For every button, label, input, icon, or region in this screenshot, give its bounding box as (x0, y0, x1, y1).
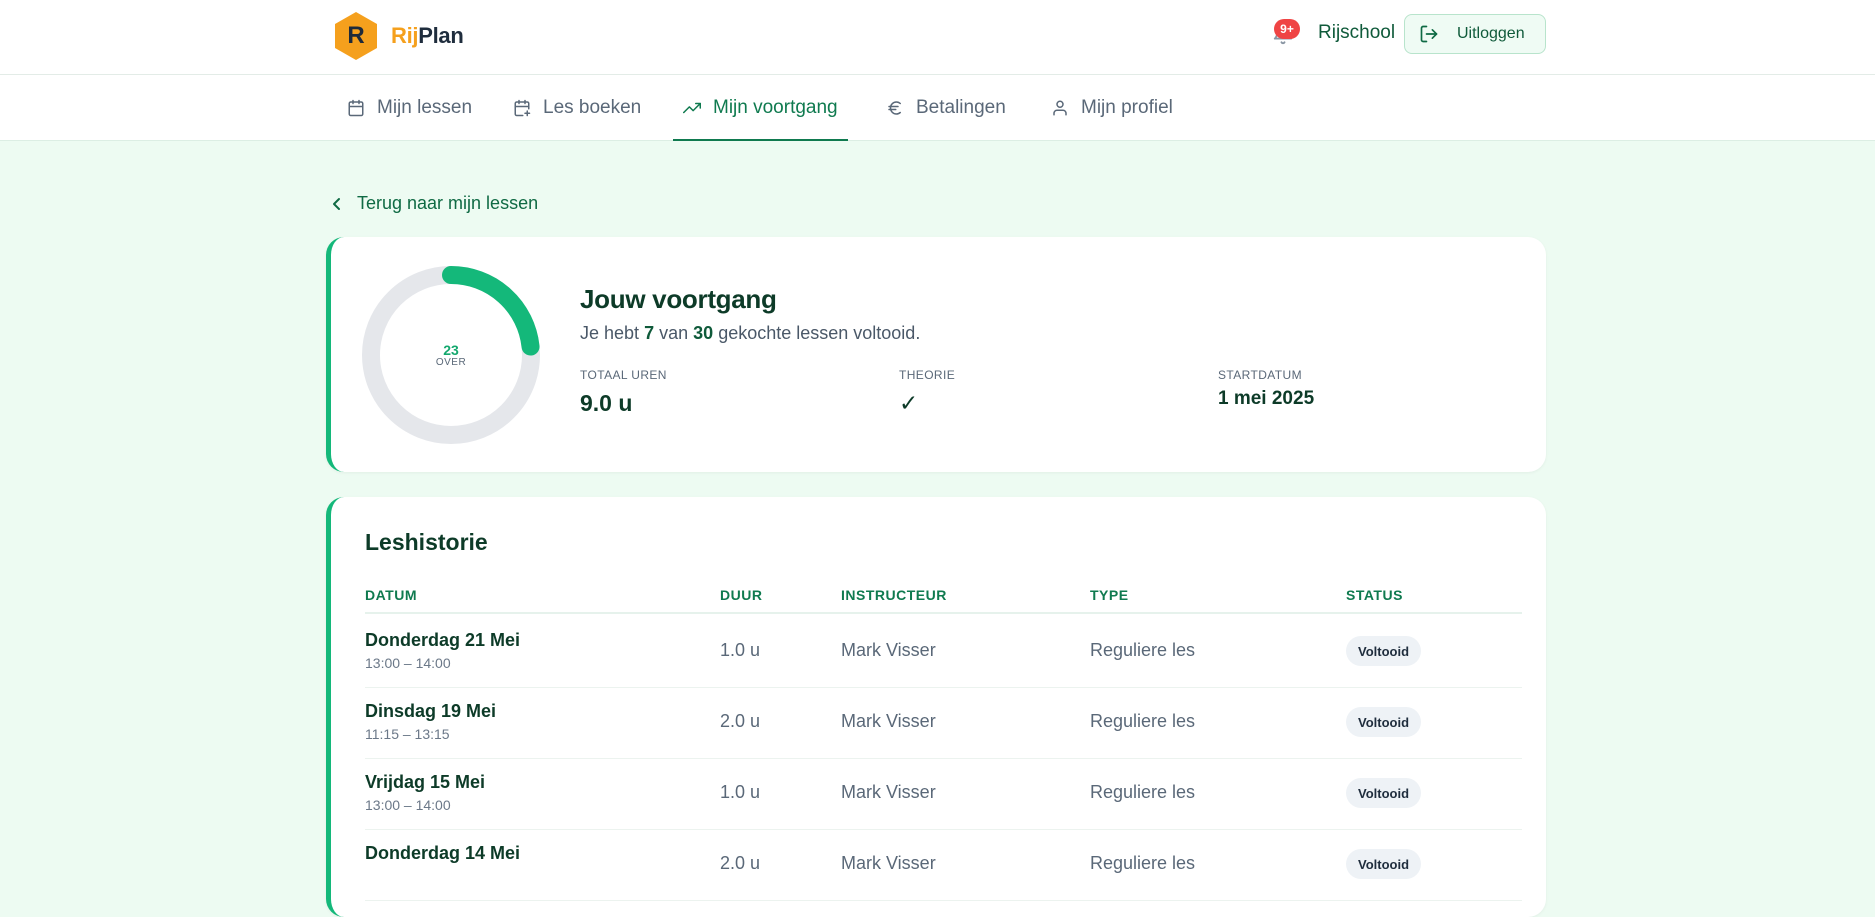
stat-value: 9.0 u (580, 390, 633, 416)
logo-letter: R (347, 22, 365, 49)
column-header-instructor: INSTRUCTEUR (841, 587, 947, 603)
chevron-left-icon (333, 197, 340, 210)
status-badge: Voltooid (1346, 778, 1422, 808)
lesson-duration: 2.0 u (720, 711, 761, 731)
tab-label: Mijn voortgang (713, 97, 838, 118)
lesson-duration: 1.0 u (720, 640, 761, 660)
check-icon: ✓ (899, 390, 919, 416)
brand-logo[interactable]: R RijPlan (333, 11, 464, 61)
brand-name-part1: Rij (391, 23, 419, 48)
logout-label: Uitloggen (1457, 25, 1525, 42)
tab-les-boeken[interactable]: Les boeken (513, 75, 641, 141)
stat-label: STARTDATUM (1218, 368, 1302, 382)
lesson-date: Donderdag 21 Mei (365, 630, 521, 650)
status-badge: Voltooid (1346, 849, 1422, 879)
stat-theory: THEORIE ✓ (899, 368, 955, 417)
euro-icon (888, 101, 901, 115)
table-row[interactable]: Donderdag 14 Mei 2.0 u Mark Visser Regul… (365, 830, 1522, 901)
tab-label: Betalingen (916, 97, 1006, 118)
user-icon (1053, 100, 1067, 116)
lessons-remaining-label: OVER (435, 356, 467, 368)
progress-ring-center: 23 OVER (362, 266, 540, 444)
lesson-history-card: Leshistorie DATUM DUUR INSTRUCTEUR TYPE … (326, 497, 1546, 917)
lesson-type: Reguliere les (1090, 640, 1196, 660)
progress-card: 23 OVER Jouw voortgang Je hebt 7 van 30 … (326, 237, 1546, 472)
status-badge: Voltooid (1346, 636, 1422, 666)
brand-name-part2: Plan (418, 23, 464, 48)
completed-count: 7 (644, 323, 655, 343)
lesson-time: 11:15 – 13:15 (365, 726, 450, 742)
total-count: 30 (693, 323, 714, 343)
column-header-date: DATUM (365, 587, 418, 603)
lesson-type: Reguliere les (1090, 782, 1196, 802)
table-row[interactable]: Donderdag 21 Mei 13:00 – 14:00 1.0 u Mar… (365, 617, 1522, 688)
stat-label: THEORIE (899, 368, 956, 382)
stat-start-date: STARTDATUM 1 mei 2025 (1218, 368, 1314, 410)
tab-mijn-lessen[interactable]: Mijn lessen (347, 75, 472, 141)
lesson-instructor: Mark Visser (841, 853, 936, 873)
logo-hexagon: R (333, 11, 379, 61)
tab-betalingen[interactable]: Betalingen (886, 75, 1006, 141)
tab-label: Mijn lessen (377, 97, 473, 118)
top-bar: R RijPlan 9+ Rijschool Uitloggen (0, 0, 1875, 75)
table-header: DATUM DUUR INSTRUCTEUR TYPE STATUS (365, 587, 1522, 614)
brand-name: RijPlan (391, 23, 464, 49)
progress-summary: Je hebt 7 van 30 gekochte lessen voltooi… (580, 323, 921, 343)
tab-mijn-profiel[interactable]: Mijn profiel (1051, 75, 1173, 141)
trending-up-icon (683, 102, 701, 114)
progress-title: Jouw voortgang (580, 284, 777, 314)
column-header-status: STATUS (1346, 587, 1403, 603)
lesson-date: Vrijdag 15 Mei (365, 772, 486, 792)
lesson-duration: 2.0 u (720, 853, 761, 873)
lesson-date: Donderdag 14 Mei (365, 843, 521, 863)
lesson-time: 13:00 – 14:00 (365, 797, 451, 813)
back-link-label: Terug naar mijn lessen (357, 193, 539, 213)
notification-badge: 9+ (1274, 19, 1300, 39)
main-navigation: Mijn lessen Les boeken Mijn voortgang Be… (0, 75, 1875, 141)
table-row[interactable]: Vrijdag 15 Mei 13:00 – 14:00 1.0 u Mark … (365, 759, 1522, 830)
column-header-type: TYPE (1090, 587, 1129, 603)
column-header-duration: DUUR (720, 587, 763, 603)
lesson-instructor: Mark Visser (841, 711, 936, 731)
stat-label: TOTAAL UREN (580, 368, 667, 382)
stat-value: 1 mei 2025 (1218, 388, 1315, 409)
logout-icon (1420, 25, 1438, 43)
school-name: Rijschool (1318, 22, 1396, 43)
tab-mijn-voortgang[interactable]: Mijn voortgang (673, 75, 848, 141)
calendar-icon (348, 99, 364, 117)
lesson-type: Reguliere les (1090, 853, 1196, 873)
tab-label: Les boeken (543, 97, 642, 118)
status-badge: Voltooid (1346, 707, 1422, 737)
tab-label: Mijn profiel (1081, 97, 1173, 118)
logout-button[interactable]: Uitloggen (1404, 14, 1546, 54)
lesson-date: Dinsdag 19 Mei (365, 701, 497, 721)
calendar-plus-icon (514, 99, 531, 117)
lesson-instructor: Mark Visser (841, 640, 936, 660)
lessons-remaining: 23 (443, 341, 459, 358)
lesson-type: Reguliere les (1090, 711, 1196, 731)
back-link[interactable]: Terug naar mijn lessen (331, 193, 538, 214)
table-row[interactable]: Dinsdag 19 Mei 11:15 – 13:15 2.0 u Mark … (365, 688, 1522, 759)
lesson-time: 13:00 – 14:00 (365, 655, 451, 671)
lesson-instructor: Mark Visser (841, 782, 936, 802)
lesson-duration: 1.0 u (720, 782, 761, 802)
history-title: Leshistorie (365, 529, 488, 555)
stat-total-hours: TOTAAL UREN 9.0 u (580, 368, 667, 417)
